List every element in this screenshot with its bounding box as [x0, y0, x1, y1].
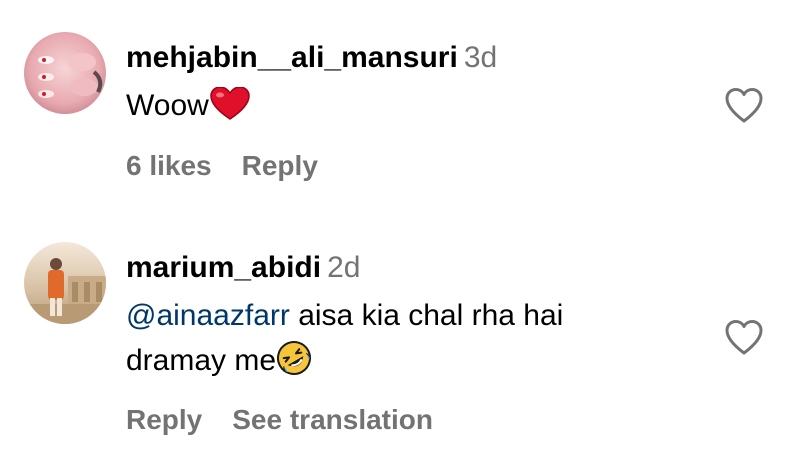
comment-text: Woow	[126, 86, 251, 132]
heart-outline-icon[interactable]	[724, 318, 764, 358]
heart-outline-icon[interactable]	[724, 86, 764, 126]
comment-actions: Reply See translation	[126, 404, 463, 436]
comment-text-content: aisa kia chal rha hai	[289, 299, 564, 332]
comment-header: mehjabin__ali_mansuri 3d	[126, 38, 497, 78]
timestamp[interactable]: 2d	[327, 251, 360, 284]
comment-actions: 6 likes Reply	[126, 150, 348, 182]
reply-button[interactable]: Reply	[242, 150, 318, 181]
avatar[interactable]	[24, 242, 106, 324]
likes-count[interactable]: 6 likes	[126, 150, 212, 181]
username[interactable]: mehjabin__ali_mansuri	[126, 41, 458, 74]
see-translation-button[interactable]: See translation	[232, 404, 433, 435]
username[interactable]: marium_abidi	[126, 251, 321, 284]
timestamp[interactable]: 3d	[464, 41, 497, 74]
comments-list: mehjabin__ali_mansuri 3d Woow 6 likes Repl…	[0, 0, 787, 463]
comment-text-content: Woow	[126, 89, 209, 122]
red-heart-icon	[209, 86, 251, 132]
comment-text-line-1: @ainaazfarr aisa kia chal rha hai	[126, 296, 563, 336]
rolling-on-floor-laughing-icon	[276, 340, 312, 387]
comment-text-line-2: dramay me	[126, 340, 312, 387]
avatar[interactable]	[24, 32, 106, 114]
comment-header: marium_abidi 2d	[126, 248, 360, 288]
mention-link[interactable]: @ainaazfarr	[126, 299, 290, 332]
reply-button[interactable]: Reply	[126, 404, 202, 435]
comment-text-content: dramay me	[126, 344, 277, 377]
